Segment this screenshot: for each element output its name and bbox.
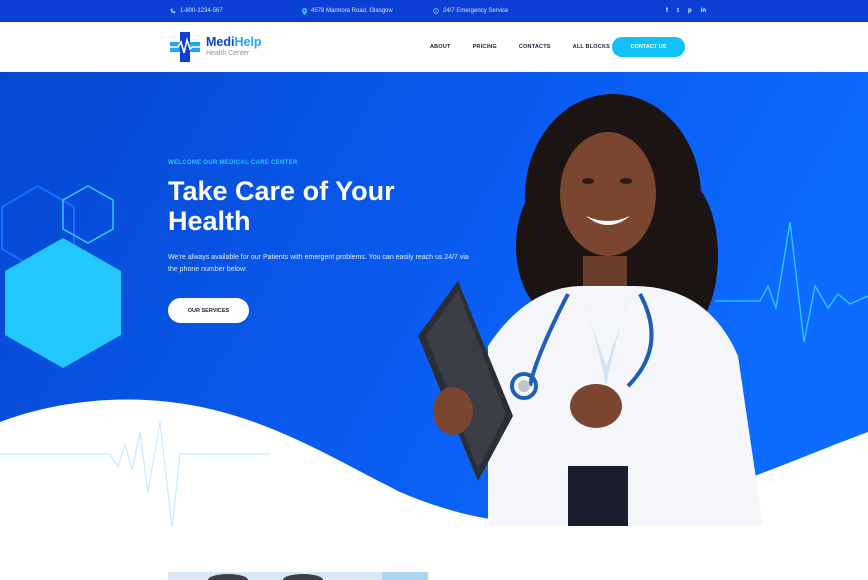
brand-tagline: Health Center [206, 50, 250, 57]
phone-icon [170, 8, 176, 14]
nav-item-contacts[interactable]: CONTACTS [519, 44, 551, 50]
doctor-photo [418, 94, 763, 526]
phone-info[interactable]: 1-800-1234-567 [170, 0, 223, 22]
brand-text: MediHelp Health Center [206, 36, 262, 58]
nav-item-all-blocks[interactable]: ALL BLOCKS [573, 44, 610, 50]
address-info: 4578 Marmora Road, Glasgow [302, 0, 393, 22]
address-text: 4578 Marmora Road, Glasgow [311, 8, 393, 14]
emergency-text: 24/7 Emergency Service [443, 8, 509, 14]
social-links: f t p in [666, 0, 706, 22]
medical-cross-icon [170, 32, 200, 62]
nav-item-pricing[interactable]: PRICING [473, 44, 497, 50]
location-pin-icon [302, 7, 307, 15]
facebook-icon[interactable]: f [666, 8, 668, 14]
clock-icon [433, 8, 439, 14]
hero-section: WELCOME OUR MEDICAL CARE CENTER Take Car… [0, 72, 868, 580]
brand-name-part1: Medi [206, 35, 235, 49]
linkedin-icon[interactable]: in [701, 8, 706, 14]
contact-us-button[interactable]: CONTACT US [612, 37, 685, 57]
site-header: MediHelp Health Center ABOUT PRICING CON… [0, 22, 868, 72]
pinterest-icon[interactable]: p [688, 8, 692, 14]
brand-name: MediHelp [206, 36, 262, 49]
hero-eyebrow: WELCOME OUR MEDICAL CARE CENTER [168, 160, 298, 166]
our-services-button[interactable]: OUR SERVICES [168, 298, 249, 323]
brand-logo[interactable]: MediHelp Health Center [170, 32, 262, 62]
emergency-info: 24/7 Emergency Service [433, 0, 508, 22]
next-section-preview [168, 572, 428, 580]
main-nav: ABOUT PRICING CONTACTS ALL BLOCKS [430, 22, 632, 72]
nav-item-about[interactable]: ABOUT [430, 44, 451, 50]
brand-name-part2: Help [234, 35, 262, 49]
twitter-icon[interactable]: t [677, 8, 679, 14]
phone-number: 1-800-1234-567 [180, 8, 223, 14]
heartbeat-line-left [0, 421, 270, 528]
top-info-bar: 1-800-1234-567 4578 Marmora Road, Glasgo… [0, 0, 868, 22]
